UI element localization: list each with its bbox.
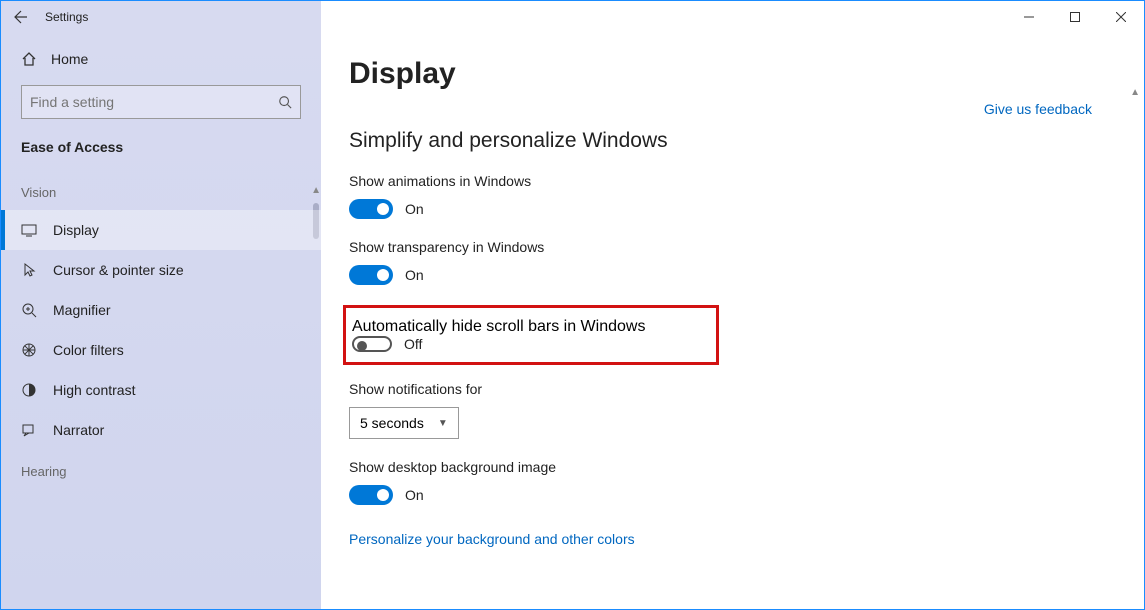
sidebar-item-magnifier[interactable]: Magnifier bbox=[1, 290, 321, 330]
setting-notifications: Show notifications for 5 seconds ▼ bbox=[349, 381, 1104, 439]
setting-label: Show animations in Windows bbox=[349, 173, 1104, 189]
cursor-icon bbox=[21, 262, 37, 278]
sidebar-item-display[interactable]: Display bbox=[1, 210, 321, 250]
toggle-hide-scrollbars[interactable] bbox=[352, 336, 392, 352]
toggle-desktop-bg[interactable] bbox=[349, 485, 393, 505]
setting-transparency: Show transparency in Windows On bbox=[349, 239, 1104, 285]
back-button[interactable] bbox=[11, 9, 27, 25]
toggle-state: Off bbox=[404, 336, 422, 352]
minimize-button[interactable] bbox=[1006, 1, 1052, 33]
dropdown-value: 5 seconds bbox=[360, 415, 424, 431]
color-filters-icon bbox=[21, 342, 37, 358]
section-title: Simplify and personalize Windows bbox=[349, 129, 1104, 153]
display-icon bbox=[21, 222, 37, 238]
sidebar: Home Ease of Access ▲ Vision Display Cur… bbox=[1, 33, 321, 609]
home-icon bbox=[21, 51, 37, 67]
toggle-state: On bbox=[405, 267, 424, 283]
sidebar-item-label: High contrast bbox=[53, 382, 135, 398]
setting-animations: Show animations in Windows On bbox=[349, 173, 1104, 219]
toggle-state: On bbox=[405, 201, 424, 217]
content-pane: Display Give us feedback ▲ Simplify and … bbox=[321, 33, 1144, 609]
search-icon bbox=[278, 95, 292, 109]
setting-label: Show notifications for bbox=[349, 381, 1104, 397]
high-contrast-icon bbox=[21, 382, 37, 398]
sidebar-scroll-up-icon[interactable]: ▲ bbox=[311, 185, 321, 196]
sidebar-item-narrator[interactable]: Narrator bbox=[1, 410, 321, 450]
toggle-state: On bbox=[405, 487, 424, 503]
personalize-link[interactable]: Personalize your background and other co… bbox=[349, 531, 635, 547]
sidebar-item-label: Cursor & pointer size bbox=[53, 262, 184, 278]
sidebar-home[interactable]: Home bbox=[1, 43, 321, 75]
narrator-icon bbox=[21, 422, 37, 438]
close-button[interactable] bbox=[1098, 1, 1144, 33]
sidebar-item-label: Magnifier bbox=[53, 302, 111, 318]
content-scroll-up-icon[interactable]: ▲ bbox=[1130, 87, 1140, 98]
search-input[interactable] bbox=[30, 94, 278, 110]
sidebar-item-label: Color filters bbox=[53, 342, 124, 358]
search-box[interactable] bbox=[21, 85, 301, 119]
maximize-button[interactable] bbox=[1052, 1, 1098, 33]
highlighted-setting: Automatically hide scroll bars in Window… bbox=[343, 305, 719, 365]
chevron-down-icon: ▼ bbox=[438, 418, 448, 429]
setting-label: Show transparency in Windows bbox=[349, 239, 1104, 255]
sidebar-item-label: Display bbox=[53, 222, 99, 238]
feedback-link[interactable]: Give us feedback bbox=[984, 101, 1092, 117]
sidebar-item-cursor[interactable]: Cursor & pointer size bbox=[1, 250, 321, 290]
sidebar-item-high-contrast[interactable]: High contrast bbox=[1, 370, 321, 410]
toggle-animations[interactable] bbox=[349, 199, 393, 219]
page-title: Display bbox=[349, 57, 1104, 91]
sidebar-home-label: Home bbox=[51, 51, 88, 67]
sidebar-group-vision: Vision bbox=[1, 171, 321, 210]
toggle-transparency[interactable] bbox=[349, 265, 393, 285]
magnifier-icon bbox=[21, 302, 37, 318]
sidebar-item-color-filters[interactable]: Color filters bbox=[1, 330, 321, 370]
sidebar-category: Ease of Access bbox=[1, 133, 321, 171]
setting-desktop-bg: Show desktop background image On bbox=[349, 459, 1104, 505]
dropdown-notifications[interactable]: 5 seconds ▼ bbox=[349, 407, 459, 439]
sidebar-item-label: Narrator bbox=[53, 422, 104, 438]
setting-label: Show desktop background image bbox=[349, 459, 1104, 475]
setting-label: Automatically hide scroll bars in Window… bbox=[346, 318, 708, 336]
sidebar-group-hearing: Hearing bbox=[1, 450, 321, 489]
titlebar: Settings bbox=[1, 1, 1144, 33]
window-title: Settings bbox=[45, 10, 88, 24]
